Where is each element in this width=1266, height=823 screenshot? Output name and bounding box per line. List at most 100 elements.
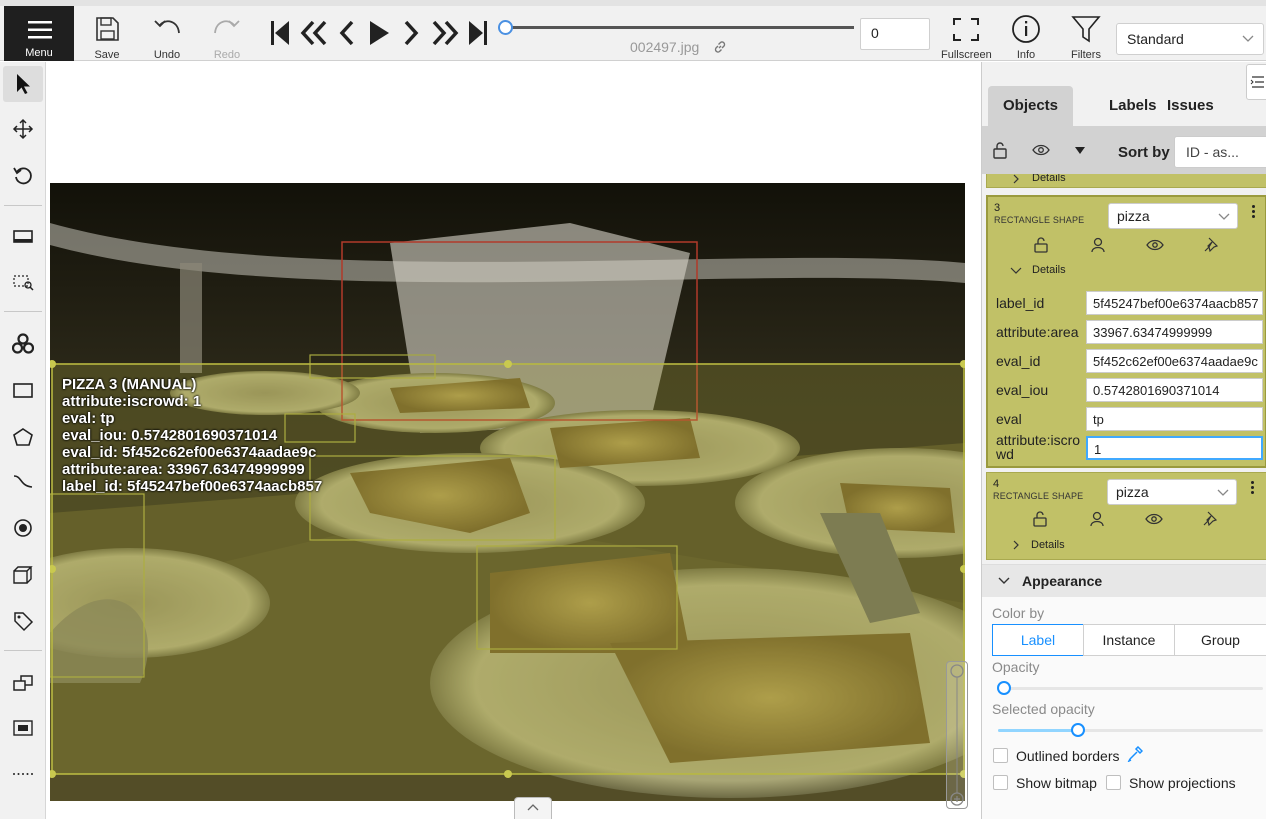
object-card-collapsed[interactable]: Details — [986, 174, 1266, 188]
outlined-borders-checkbox[interactable] — [993, 748, 1008, 763]
rotate-tool[interactable] — [3, 157, 43, 193]
caret-down-icon[interactable] — [1074, 146, 1086, 156]
draw-points-tool[interactable] — [3, 510, 43, 546]
eye-icon[interactable] — [1146, 239, 1164, 251]
color-by-label-option[interactable]: Label — [992, 624, 1084, 656]
appearance-header[interactable]: Appearance — [982, 565, 1266, 597]
polygon-icon — [13, 428, 33, 446]
lock-icon[interactable] — [1033, 511, 1047, 527]
object-card-4[interactable]: 4 RECTANGLE SHAPE pizza Details — [986, 472, 1266, 560]
previous-frame-icon[interactable] — [338, 20, 356, 46]
cuboid-icon — [13, 566, 33, 584]
info-label: Info — [1016, 49, 1036, 61]
next-frame-icon[interactable] — [402, 20, 420, 46]
more-tools[interactable] — [3, 756, 43, 792]
lock-icon[interactable] — [1034, 237, 1048, 253]
zoom-region-tool[interactable] — [3, 264, 43, 300]
fullscreen-button[interactable]: Fullscreen — [941, 12, 992, 61]
opacity-slider-track[interactable] — [998, 687, 1263, 690]
details-toggle[interactable]: Details — [1032, 264, 1066, 276]
top-toolbar: Menu Save Undo Redo 002497.jpg 0 Fullscr… — [0, 6, 1266, 61]
selected-opacity-slider-handle[interactable] — [1070, 723, 1085, 737]
draw-cuboid-tool[interactable] — [3, 557, 43, 593]
pin-icon[interactable] — [1203, 511, 1217, 527]
filters-button[interactable]: Filters — [1061, 12, 1111, 61]
info-button[interactable]: Info — [1001, 12, 1051, 61]
chevron-right-icon[interactable] — [1011, 540, 1021, 550]
attribute-value-input[interactable]: tp — [1086, 407, 1263, 431]
pin-icon[interactable] — [1204, 237, 1218, 253]
fit-image-tool[interactable] — [3, 219, 43, 255]
bottom-panel-toggle[interactable] — [514, 797, 552, 819]
color-picker-icon[interactable] — [1127, 746, 1143, 762]
workspace-select[interactable]: Standard — [1116, 23, 1264, 55]
show-projections-checkbox[interactable] — [1106, 775, 1121, 790]
details-toggle[interactable]: Details — [1031, 539, 1065, 551]
fullscreen-icon — [953, 18, 979, 41]
workspace-value: Standard — [1127, 31, 1184, 47]
tab-issues[interactable]: Issues — [1152, 86, 1229, 126]
sort-by-select[interactable]: ID - as... — [1174, 136, 1266, 168]
fullscreen-label: Fullscreen — [941, 49, 992, 61]
link-icon[interactable] — [713, 40, 727, 54]
object-card-3[interactable]: 3 RECTANGLE SHAPE pizza Details label_id… — [986, 195, 1266, 468]
attribute-value-input[interactable]: 1 — [1086, 436, 1263, 460]
tag-tool[interactable] — [3, 603, 43, 639]
draw-polyline-tool[interactable] — [3, 464, 43, 500]
rotate-icon — [13, 167, 32, 185]
redo-button[interactable]: Redo — [202, 12, 252, 61]
draw-rectangle-tool[interactable] — [3, 373, 43, 409]
tool-divider — [4, 311, 42, 312]
attribute-value-input[interactable]: 5f45247bef00e6374aacb857 — [1086, 291, 1263, 315]
opacity-slider-handle[interactable] — [997, 681, 1011, 695]
unlock-icon[interactable] — [992, 141, 1008, 159]
tab-objects[interactable]: Objects — [988, 86, 1074, 126]
overlay-line: eval_id: 5f452c62ef00e6374aadae9c — [62, 444, 317, 461]
image-zoom-slider[interactable] — [946, 661, 968, 809]
first-frame-icon[interactable] — [270, 20, 290, 46]
attribute-row: eval_id 5f452c62ef00e6374aadae9c — [996, 346, 1266, 375]
frame-slider-track[interactable] — [506, 26, 854, 29]
eye-icon[interactable] — [1032, 143, 1050, 157]
undo-icon — [154, 20, 180, 34]
chevron-right-icon[interactable] — [1011, 174, 1021, 184]
ai-tools[interactable] — [3, 326, 43, 362]
last-frame-icon[interactable] — [468, 20, 488, 46]
color-by-instance-option[interactable]: Instance — [1083, 624, 1175, 656]
frame-slider-handle[interactable] — [498, 20, 513, 35]
move-tool[interactable] — [3, 111, 43, 147]
save-button[interactable]: Save — [82, 12, 132, 61]
attribute-value-input[interactable]: 0.5742801690371014 — [1086, 378, 1263, 402]
object-label-select[interactable]: pizza — [1107, 479, 1237, 505]
sidebar-collapse-button[interactable] — [1246, 64, 1266, 100]
undo-button[interactable]: Undo — [142, 12, 192, 61]
details-toggle[interactable]: Details — [1032, 174, 1066, 184]
sort-by-label: Sort by — [1118, 144, 1170, 161]
draw-polygon-tool[interactable] — [3, 419, 43, 455]
user-icon[interactable] — [1091, 237, 1105, 253]
object-menu-icon[interactable] — [1247, 479, 1257, 501]
menu-button[interactable]: Menu — [4, 6, 74, 61]
chevron-down-icon[interactable] — [1010, 265, 1022, 275]
zoom-slider-graphic — [950, 664, 964, 806]
fast-forward-icon[interactable] — [431, 20, 459, 46]
color-by-group-option[interactable]: Group — [1174, 624, 1266, 656]
chevron-up-icon — [527, 804, 539, 811]
attribute-value-input[interactable]: 5f452c62ef00e6374aadae9c — [1086, 349, 1263, 373]
shape-text-overlay: PIZZA 3 (MANUAL) attribute:iscrowd: 1 ev… — [62, 376, 322, 495]
attribute-value-input[interactable]: 33967.63474999999 — [1086, 320, 1263, 344]
show-bitmap-checkbox[interactable] — [993, 775, 1008, 790]
object-label-select[interactable]: pizza — [1108, 203, 1238, 229]
cursor-tool[interactable] — [3, 66, 43, 102]
group-tool[interactable] — [3, 710, 43, 746]
cursor-icon — [17, 74, 30, 94]
object-menu-icon[interactable] — [1248, 203, 1258, 225]
fast-backward-icon[interactable] — [300, 20, 328, 46]
frame-number-input[interactable]: 0 — [860, 18, 930, 50]
object-label-value: pizza — [1116, 484, 1149, 500]
merge-tool[interactable] — [3, 665, 43, 701]
play-icon[interactable] — [368, 20, 390, 46]
object-id: 3 — [994, 202, 1001, 214]
user-icon[interactable] — [1090, 511, 1104, 527]
eye-icon[interactable] — [1145, 513, 1163, 525]
